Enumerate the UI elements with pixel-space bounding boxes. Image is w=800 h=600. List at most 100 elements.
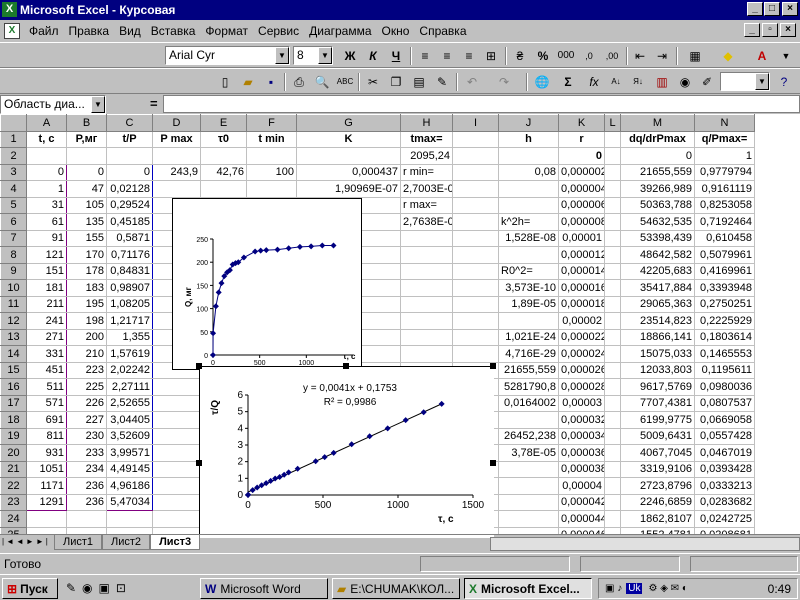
cell[interactable]: 39266,989	[620, 180, 695, 198]
cell[interactable]: 0,000016	[558, 279, 605, 297]
cell[interactable]: 100	[246, 163, 297, 181]
cell[interactable]: h	[498, 130, 559, 148]
cell[interactable]: 0,98907	[106, 279, 153, 297]
cell[interactable]: 0,0164002	[498, 394, 559, 412]
cell[interactable]	[452, 246, 499, 264]
minimize-button[interactable]: _	[747, 2, 763, 16]
cell[interactable]	[26, 147, 67, 165]
sort-desc-icon[interactable]: Я↓	[628, 73, 648, 91]
cell[interactable]: 0,00003	[558, 394, 605, 412]
cell[interactable]: 2723,8796	[620, 477, 695, 495]
cell[interactable]	[452, 312, 499, 330]
cell[interactable]: 1,57619	[106, 345, 153, 363]
cell[interactable]: 42205,683	[620, 262, 695, 280]
resize-handle-tl[interactable]	[196, 363, 202, 369]
cell[interactable]	[604, 262, 621, 280]
format-painter-icon[interactable]: ✎	[432, 73, 452, 91]
cell[interactable]	[452, 229, 499, 247]
cell[interactable]	[604, 312, 621, 330]
cell[interactable]: 31	[26, 196, 67, 214]
cell[interactable]: 0,000002	[558, 163, 605, 181]
cell[interactable]: 0	[66, 163, 107, 181]
cell[interactable]	[452, 262, 499, 280]
column-header[interactable]: I	[452, 114, 499, 132]
cut-icon[interactable]: ✂	[363, 73, 383, 91]
cell[interactable]: 0,000044	[558, 510, 605, 528]
cell[interactable]	[200, 180, 247, 198]
cell[interactable]: t/P	[106, 130, 153, 148]
tray-icons[interactable]: ▣ ♪	[605, 583, 622, 594]
cell[interactable]	[604, 196, 621, 214]
name-box[interactable]: Область диа... ▼	[0, 95, 106, 114]
cell[interactable]	[604, 493, 621, 511]
cell[interactable]: 21655,559	[498, 361, 559, 379]
language-indicator[interactable]: Uk	[626, 583, 643, 594]
cell[interactable]: 0,7192464	[694, 213, 755, 231]
cell[interactable]	[498, 180, 559, 198]
cell[interactable]: 0	[558, 147, 605, 165]
menu-item[interactable]: Формат	[200, 24, 253, 38]
cell[interactable]: 2,27111	[106, 378, 153, 396]
cell[interactable]: 0,71176	[106, 246, 153, 264]
resize-handle-tr[interactable]	[490, 363, 496, 369]
help-icon[interactable]: ?	[774, 73, 794, 91]
row-header[interactable]: 21	[0, 460, 27, 478]
cell[interactable]: 2,52655	[106, 394, 153, 412]
row-header[interactable]: 12	[0, 312, 27, 330]
cell[interactable]	[498, 510, 559, 528]
cell[interactable]: 1,08205	[106, 295, 153, 313]
open-icon[interactable]: ▰	[238, 73, 258, 91]
row-header[interactable]: 5	[0, 196, 27, 214]
cell[interactable]	[200, 147, 247, 165]
cell[interactable]	[400, 295, 453, 313]
decrease-decimal-icon[interactable]: ,00	[602, 47, 622, 65]
column-header[interactable]: K	[558, 114, 605, 132]
cell[interactable]	[498, 526, 559, 534]
cell[interactable]	[498, 246, 559, 264]
row-header[interactable]: 13	[0, 328, 27, 346]
cell[interactable]: 2095,24	[400, 147, 453, 165]
cell[interactable]: 243,9	[152, 163, 201, 181]
cell[interactable]: 0,0980036	[694, 378, 755, 396]
cell[interactable]: 1,355	[106, 328, 153, 346]
cell[interactable]: 0,0669058	[694, 411, 755, 429]
row-header[interactable]: 18	[0, 411, 27, 429]
cell[interactable]: t, c	[26, 130, 67, 148]
cell[interactable]: 4,49145	[106, 460, 153, 478]
print-icon[interactable]: ⎙	[289, 73, 309, 91]
cell[interactable]: 178	[66, 262, 107, 280]
cell[interactable]	[400, 345, 453, 363]
tab-scroll-icon[interactable]: |◄◄►►|	[2, 537, 50, 546]
cell[interactable]: 451	[26, 361, 67, 379]
workbook-icon[interactable]: X	[4, 23, 20, 39]
cell[interactable]	[604, 163, 621, 181]
cell[interactable]	[604, 295, 621, 313]
cell[interactable]: 1552,4781	[620, 526, 695, 534]
column-header[interactable]: F	[246, 114, 297, 132]
cell[interactable]: 0,0242725	[694, 510, 755, 528]
cell[interactable]: 0,000004	[558, 180, 605, 198]
cell[interactable]: 105	[66, 196, 107, 214]
cell[interactable]	[452, 345, 499, 363]
cell[interactable]: 183	[66, 279, 107, 297]
cell[interactable]: 234	[66, 460, 107, 478]
cell[interactable]: 181	[26, 279, 67, 297]
cell[interactable]: 0,000437	[296, 163, 401, 181]
cell[interactable]: 3,04405	[106, 411, 153, 429]
row-header[interactable]: 2	[0, 147, 27, 165]
cell[interactable]: 0,000008	[558, 213, 605, 231]
paste-icon[interactable]: ▤	[409, 73, 429, 91]
column-header[interactable]: H	[400, 114, 453, 132]
cell[interactable]	[498, 411, 559, 429]
cell[interactable]: 0,000038	[558, 460, 605, 478]
cell[interactable]: K	[296, 130, 401, 148]
cell[interactable]: 236	[66, 477, 107, 495]
cell[interactable]	[604, 229, 621, 247]
cell[interactable]: 0,000012	[558, 246, 605, 264]
cell[interactable]: 2,02242	[106, 361, 153, 379]
cell[interactable]: 331	[26, 345, 67, 363]
cell[interactable]: 236	[66, 493, 107, 511]
cell[interactable]: 23514,823	[620, 312, 695, 330]
cell[interactable]: r min=	[400, 163, 453, 181]
cell[interactable]: 0,0283682	[694, 493, 755, 511]
